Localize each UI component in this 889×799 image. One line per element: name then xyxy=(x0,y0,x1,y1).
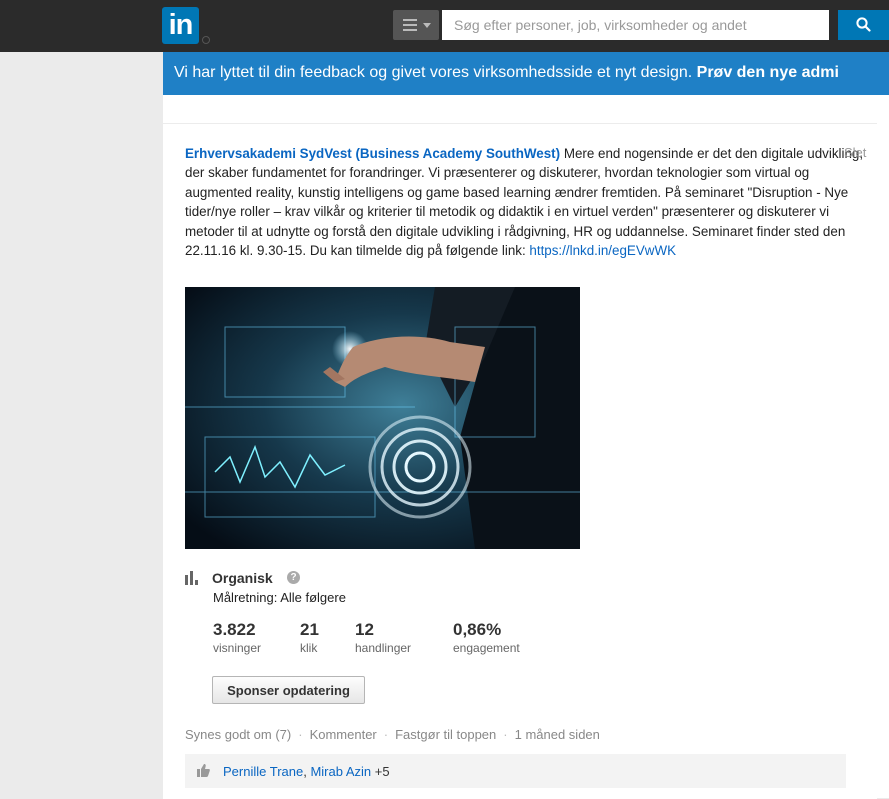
redesign-banner: Vi har lyttet til din feedback og givet … xyxy=(163,52,889,95)
liker-link[interactable]: Mirab Azin xyxy=(310,764,371,779)
separator-dot: · xyxy=(298,727,303,742)
search-category-menu-button[interactable] xyxy=(393,10,439,40)
search-button[interactable] xyxy=(838,10,889,40)
search-icon xyxy=(856,17,871,32)
post-text: Erhvervsakademi SydVest (Business Academ… xyxy=(185,144,865,260)
comment-link[interactable]: Kommenter xyxy=(310,727,377,742)
metric-engagement: 0,86% engagement xyxy=(453,620,520,655)
metric-label: klik xyxy=(300,641,318,655)
post-timestamp: 1 måned siden xyxy=(514,727,600,742)
menu-icon xyxy=(403,19,417,34)
search-input[interactable] xyxy=(442,10,829,40)
metric-label: engagement xyxy=(453,641,520,655)
post-body: Mere end nogensinde er det den digitale … xyxy=(185,146,864,259)
chevron-down-icon xyxy=(423,23,431,28)
metric-label: handlinger xyxy=(355,641,412,655)
company-name-link[interactable]: Erhvervsakademi SydVest (Business Academ… xyxy=(185,146,560,161)
bar-chart-icon xyxy=(185,571,198,585)
metric-value: 21 xyxy=(300,620,319,639)
post-link[interactable]: https://lnkd.in/egEVwWK xyxy=(529,243,676,258)
likes-bar: Pernille Trane, Mirab Azin +5 xyxy=(185,754,846,788)
delete-link[interactable]: Slet xyxy=(844,145,866,160)
separator-dot: · xyxy=(383,727,389,742)
help-icon[interactable]: ? xyxy=(287,571,300,584)
more-likers-count[interactable]: +5 xyxy=(371,764,390,779)
organic-label: Organisk xyxy=(212,570,273,586)
liker-link[interactable]: Pernille Trane xyxy=(223,764,303,779)
main-content: Vi har lyttet til din feedback og givet … xyxy=(163,52,889,799)
metric-impressions: 3.822 visninger xyxy=(213,620,261,655)
pin-to-top-link[interactable]: Fastgør til toppen xyxy=(395,727,496,742)
metric-value: 12 xyxy=(355,620,374,639)
top-navigation-bar: in xyxy=(0,0,889,52)
targeting-text: Målretning: Alle følgere xyxy=(213,590,346,605)
likers-list: Pernille Trane, Mirab Azin +5 xyxy=(223,764,390,779)
metric-label: visninger xyxy=(213,641,262,655)
separator-dot: · xyxy=(503,727,508,742)
banner-text: Vi har lyttet til din feedback og givet … xyxy=(174,64,697,81)
banner-cta-link[interactable]: Prøv den nye admi xyxy=(697,64,839,81)
like-link[interactable]: Synes godt om (7) xyxy=(185,727,291,742)
metric-value: 3.822 xyxy=(213,620,256,639)
post-actions: Synes godt om (7) · Kommenter · Fastgør til … xyxy=(185,727,600,742)
logo-badge-icon xyxy=(202,36,210,44)
banner-message: Vi har lyttet til din feedback og givet … xyxy=(174,64,839,82)
sponsor-update-button[interactable]: Sponser opdatering xyxy=(212,676,365,704)
metric-value: 0,86% xyxy=(453,620,502,639)
metric-clicks: 21 klik xyxy=(300,620,319,655)
post-image[interactable] xyxy=(185,287,580,549)
company-update-card: Erhvervsakademi SydVest (Business Academ… xyxy=(163,123,877,799)
thumbs-up-icon xyxy=(197,764,210,777)
linkedin-logo[interactable]: in xyxy=(162,7,199,44)
metric-interactions: 12 handlinger xyxy=(355,620,411,655)
